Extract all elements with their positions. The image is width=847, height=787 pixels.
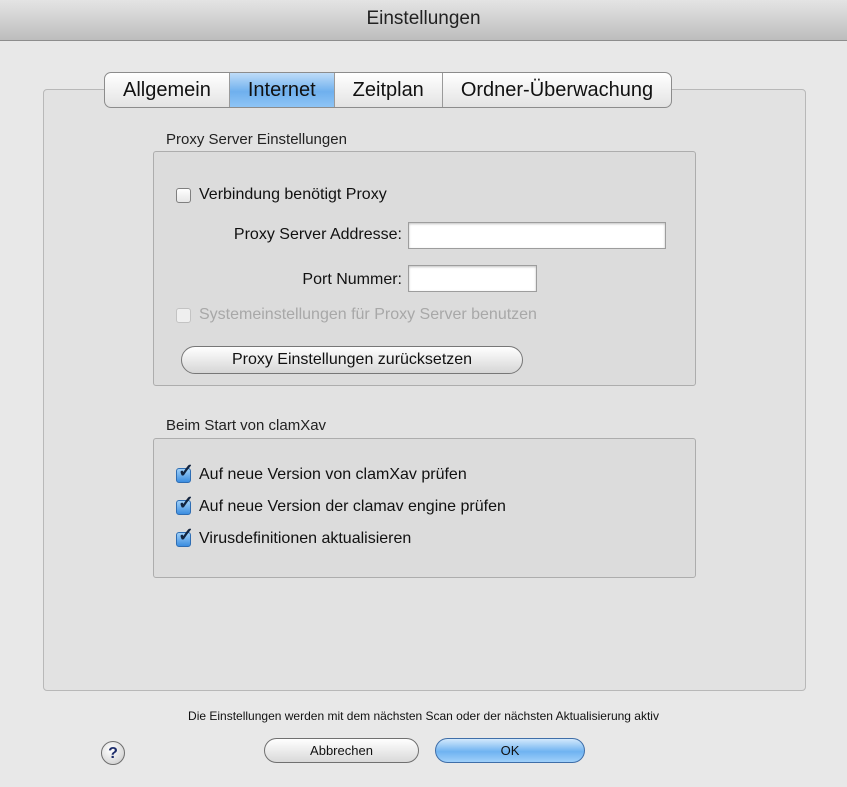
tab-bar: Allgemein Internet Zeitplan Ordner-Überw…	[104, 72, 673, 108]
requires-proxy-label: Verbindung benötigt Proxy	[199, 186, 387, 203]
proxy-address-field[interactable]	[408, 222, 666, 249]
tab-ordner-ueberwachung[interactable]: Ordner-Überwachung	[443, 73, 671, 107]
settings-apply-note: Die Einstellungen werden mit dem nächste…	[188, 709, 659, 723]
startup-group-label: Beim Start von clamXav	[166, 417, 327, 434]
proxy-group-label: Proxy Server Einstellungen	[166, 131, 347, 148]
cancel-button[interactable]: Abbrechen	[264, 738, 419, 763]
help-button[interactable]: ?	[101, 741, 125, 765]
system-proxy-settings-row: Systemeinstellungen für Proxy Server ben…	[176, 306, 537, 324]
requires-proxy-row[interactable]: Verbindung benötigt Proxy	[176, 186, 387, 204]
reset-proxy-settings-button[interactable]: Proxy Einstellungen zurücksetzen	[181, 346, 523, 374]
window-title: Einstellungen	[366, 8, 481, 29]
ok-button[interactable]: OK	[435, 738, 585, 763]
check-clamxav-version-checkbox[interactable]: ✓	[176, 462, 194, 483]
port-number-label: Port Nummer:	[302, 271, 402, 288]
tab-allgemein[interactable]: Allgemein	[105, 73, 230, 107]
startup-option-row[interactable]: ✓ Auf neue Version von clamXav prüfen	[176, 462, 467, 484]
update-virus-definitions-checkbox[interactable]: ✓	[176, 526, 194, 547]
title-bar: Einstellungen	[0, 0, 847, 41]
proxy-address-label: Proxy Server Addresse:	[233, 226, 402, 243]
checkmark-icon: ✓	[178, 460, 194, 482]
checkmark-icon: ✓	[178, 492, 194, 514]
tab-internet[interactable]: Internet	[229, 73, 335, 107]
startup-option-row[interactable]: ✓ Virusdefinitionen aktualisieren	[176, 526, 412, 548]
question-mark-icon: ?	[108, 745, 118, 762]
startup-option-row[interactable]: ✓ Auf neue Version der clamav engine prü…	[176, 494, 506, 516]
port-number-field[interactable]	[408, 265, 537, 292]
system-proxy-settings-label: Systemeinstellungen für Proxy Server ben…	[199, 306, 537, 323]
checkmark-icon: ✓	[178, 524, 194, 546]
tab-zeitplan[interactable]: Zeitplan	[335, 73, 443, 107]
startup-option-label: Virusdefinitionen aktualisieren	[199, 530, 412, 547]
startup-option-label: Auf neue Version der clamav engine prüfe…	[199, 498, 506, 515]
system-proxy-settings-checkbox	[176, 307, 191, 323]
startup-option-label: Auf neue Version von clamXav prüfen	[199, 466, 467, 483]
check-engine-version-checkbox[interactable]: ✓	[176, 494, 194, 515]
requires-proxy-checkbox[interactable]	[176, 187, 191, 203]
